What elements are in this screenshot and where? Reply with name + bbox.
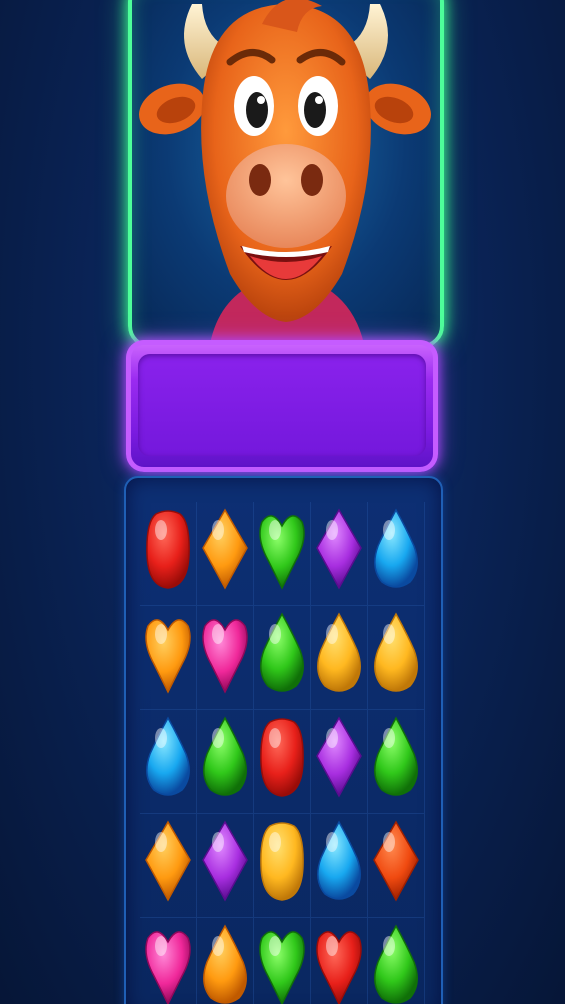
purple-diamond-gem-icon[interactable] bbox=[315, 716, 363, 800]
orange-diamond-gem-icon[interactable] bbox=[144, 820, 192, 904]
board-cell[interactable] bbox=[368, 502, 425, 606]
purple-banner-panel bbox=[126, 340, 438, 472]
board-cell[interactable] bbox=[197, 502, 254, 606]
yellow-drop-gem-icon[interactable] bbox=[315, 612, 363, 696]
board-cell[interactable] bbox=[311, 710, 368, 814]
gem-grid bbox=[140, 502, 425, 1004]
board-cell[interactable] bbox=[140, 814, 197, 918]
board-cell[interactable] bbox=[197, 814, 254, 918]
purple-diamond-gem-icon[interactable] bbox=[315, 508, 363, 592]
board-cell[interactable] bbox=[254, 502, 311, 606]
green-heart-gem-icon[interactable] bbox=[258, 924, 306, 1004]
character-portrait-frame bbox=[128, 0, 444, 348]
bull-mascot-icon bbox=[139, 0, 431, 344]
yellow-rounded-gem-icon[interactable] bbox=[258, 820, 306, 904]
board-cell[interactable] bbox=[368, 710, 425, 814]
board-cell[interactable] bbox=[197, 918, 254, 1004]
game-board bbox=[124, 476, 443, 1004]
board-cell[interactable] bbox=[197, 606, 254, 710]
blue-drop-gem-icon[interactable] bbox=[372, 508, 420, 592]
board-cell[interactable] bbox=[311, 918, 368, 1004]
green-drop-gem-icon[interactable] bbox=[372, 716, 420, 800]
board-cell[interactable] bbox=[254, 710, 311, 814]
board-cell[interactable] bbox=[140, 502, 197, 606]
board-cell[interactable] bbox=[197, 710, 254, 814]
green-drop-gem-icon[interactable] bbox=[201, 716, 249, 800]
blue-drop-gem-icon[interactable] bbox=[315, 820, 363, 904]
red-rounded-gem-icon[interactable] bbox=[144, 508, 192, 592]
yellow-drop-gem-icon[interactable] bbox=[372, 612, 420, 696]
board-cell[interactable] bbox=[254, 814, 311, 918]
pink-heart-gem-icon[interactable] bbox=[144, 924, 192, 1004]
green-drop-gem-icon[interactable] bbox=[372, 924, 420, 1004]
board-cell[interactable] bbox=[254, 606, 311, 710]
board-cell[interactable] bbox=[368, 606, 425, 710]
red-orange-diamond-gem-icon[interactable] bbox=[372, 820, 420, 904]
red-rounded-gem-icon[interactable] bbox=[258, 716, 306, 800]
green-drop-gem-icon[interactable] bbox=[258, 612, 306, 696]
orange-drop-gem-icon[interactable] bbox=[201, 924, 249, 1004]
red-heart-gem-icon[interactable] bbox=[315, 924, 363, 1004]
orange-heart-gem-icon[interactable] bbox=[144, 612, 192, 696]
purple-diamond-gem-icon[interactable] bbox=[201, 820, 249, 904]
board-cell[interactable] bbox=[311, 502, 368, 606]
orange-diamond-gem-icon[interactable] bbox=[201, 508, 249, 592]
board-cell[interactable] bbox=[311, 606, 368, 710]
blue-drop-gem-icon[interactable] bbox=[144, 716, 192, 800]
board-cell[interactable] bbox=[140, 606, 197, 710]
banner-text bbox=[138, 354, 426, 456]
board-cell[interactable] bbox=[140, 710, 197, 814]
board-cell[interactable] bbox=[368, 918, 425, 1004]
pink-heart-gem-icon[interactable] bbox=[201, 612, 249, 696]
board-cell[interactable] bbox=[311, 814, 368, 918]
board-cell[interactable] bbox=[368, 814, 425, 918]
board-cell[interactable] bbox=[254, 918, 311, 1004]
board-cell[interactable] bbox=[140, 918, 197, 1004]
green-heart-gem-icon[interactable] bbox=[258, 508, 306, 592]
